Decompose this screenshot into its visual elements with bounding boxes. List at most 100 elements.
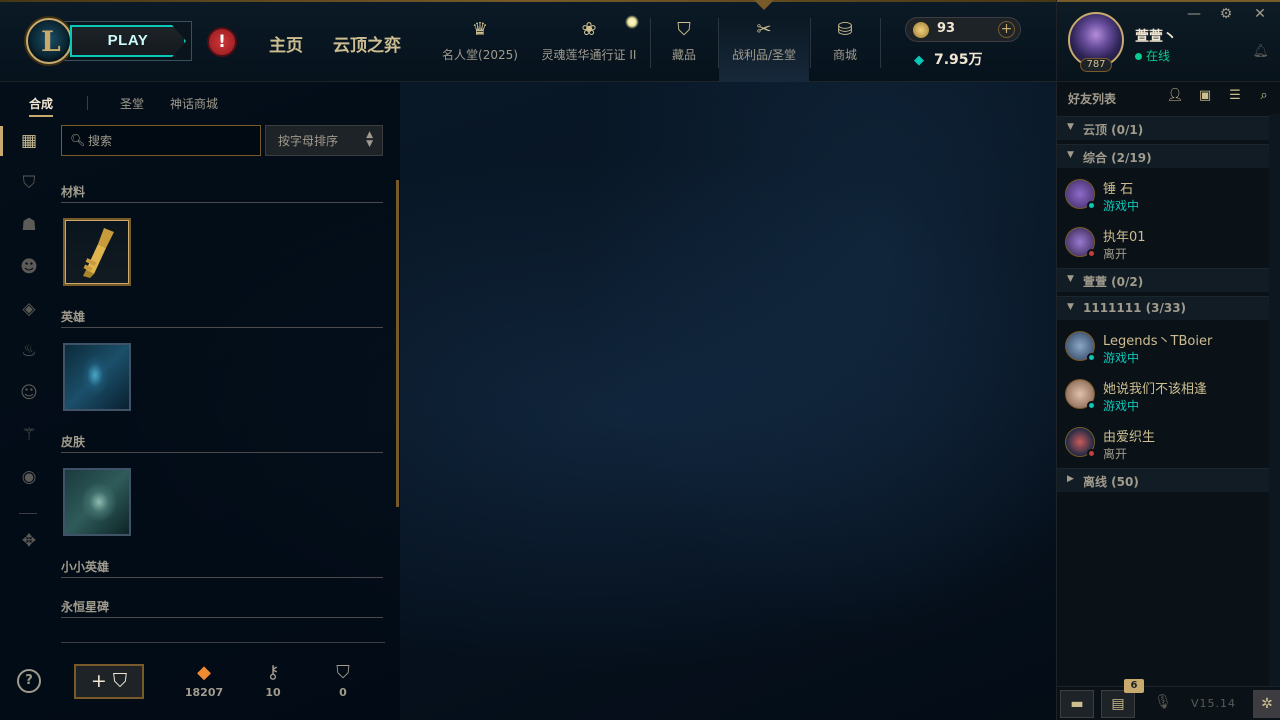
summoner-icon-filter-icon[interactable]: ♨ [17,339,41,363]
play-button[interactable]: PLAY [70,25,186,57]
tab-sanctum[interactable]: 圣堂 [120,95,144,112]
profile-status[interactable]: 在线 [1135,47,1170,64]
companion-filter-icon[interactable]: ◉ [17,465,41,489]
minimize-icon[interactable]: — [1185,6,1203,22]
profile-name[interactable]: 萱萱丶 [1135,26,1177,46]
friend-group-general[interactable]: ▼ 综合 (2/19) [1057,144,1269,168]
away-status-dot [1087,249,1096,258]
friend-item[interactable]: 她说我们不该相逢 游戏中 [1057,372,1269,418]
nav-tft[interactable]: 云顶之弈 [333,31,401,56]
friend-group-custom[interactable]: ▼ 萱萱 (0/2) [1057,268,1269,292]
nav-hall-of-fame-label: 名人堂(2025) [442,48,518,62]
sort-dropdown[interactable]: 按字母排序 ▲ ▼ [265,125,383,156]
ingame-status-dot [1087,353,1096,362]
skin-filter-icon[interactable]: ☻ [17,255,41,279]
nav-home[interactable]: 主页 [269,31,303,56]
friend-group-label: 离线 (50) [1083,475,1139,489]
profile-status-label: 在线 [1146,49,1171,63]
blue-essence-value: 7.95万 [934,52,983,68]
notification-glow-icon [625,15,639,29]
settings-gear-icon[interactable]: ⚙ [1217,6,1235,22]
friend-status: 游戏中 [1103,199,1140,213]
ward-filter-icon[interactable]: ◈ [17,297,41,321]
friend-item[interactable]: Legends丶TBoier 游戏中 [1057,324,1269,370]
category-label: 材料 [61,185,86,199]
buy-rp-button[interactable]: + [998,21,1015,38]
chevron-updown-icon: ▲ ▼ [366,130,373,149]
chevron-down-icon: ▼ [1067,150,1074,160]
friend-group-tft[interactable]: ▼ 云顶 (0/1) [1057,116,1269,140]
search-input[interactable] [88,131,256,151]
friend-item[interactable]: 锤 石 游戏中 [1057,172,1269,218]
nav-loot-label: 战利品/圣堂 [731,48,797,62]
chat-icon[interactable]: ▬ [1060,690,1094,718]
tab-mythic-shop[interactable]: 神话商城 [170,95,218,112]
loot-scrollbar[interactable] [396,180,399,507]
nav-collection[interactable]: ⛉ 藏品 [660,18,708,82]
nav-hall-of-fame[interactable]: ♛ 名人堂(2025) [440,18,520,82]
loot-filter-rail: ▦ ⛉ ☗ ☻ ◈ ♨ ☺ ⚚ ◉ ✥ [0,124,56,604]
league-logo-icon[interactable]: L [26,18,72,64]
category-label: 永恒星碑 [61,600,110,614]
category-little-legends: 小小英雄 [61,556,383,578]
friends-list-header: 好友列表 👤︎ ▣ ☰ ⌕ [1057,86,1280,110]
friends-scrollbar-track[interactable] [1269,114,1280,694]
rp-coin-icon [913,22,929,38]
profile-header: 787 萱萱丶 在线 — ⚙ ✕ 🔔︎ [1057,0,1280,82]
bug-report-icon[interactable]: ✲ [1253,690,1280,718]
help-button[interactable]: ? [17,669,41,693]
nav-store[interactable]: ⛁ 商城 [822,18,868,82]
loot-footer-divider [61,642,385,643]
keys-value: 10 [265,686,281,699]
tab-crafting[interactable]: 合成 [29,95,54,117]
add-friend-icon[interactable]: 👤︎ [1165,88,1185,103]
friend-item[interactable]: 由爱织生 离开 [1057,420,1269,466]
top-navigation-bar: L PLAY ! 主页 云顶之弈 ♛ 名人堂(2025) ❀ 灵魂莲华通行证 I… [0,0,1056,82]
friend-name: Legends丶TBoier [1103,334,1213,349]
add-folder-icon[interactable]: ▣ [1195,88,1215,103]
sort-dropdown-label: 按字母排序 [278,134,339,148]
emote-filter-icon[interactable]: ☺ [17,381,41,405]
loot-item-champion-shard[interactable] [63,343,131,411]
friend-status: 游戏中 [1103,399,1140,413]
search-icon[interactable]: ⌕ [1254,88,1274,103]
friend-group-label: 萱萱 (0/2) [1083,275,1144,289]
social-bottom-bar: ▬ ▤ 6 🎙︎ V15.14 ✲ [1057,679,1280,720]
notifications-icon[interactable]: ▤ 6 [1101,679,1144,718]
loot-item-key-fragment[interactable] [63,218,131,286]
chest-icon: ⛉ [336,662,350,683]
friends-list-title: 好友列表 [1068,92,1117,106]
friend-group-1111111[interactable]: ▼ 1111111 (3/33) [1057,296,1269,320]
category-materials: 材料 [61,181,383,203]
nav-spirit-blossom-pass[interactable]: ❀ 灵魂莲华通行证 II [538,18,640,82]
list-view-icon[interactable]: ☰ [1225,88,1245,103]
microphone-icon[interactable]: 🎙︎ [1153,694,1173,710]
champion-filter-icon[interactable]: ☗ [17,213,41,237]
orange-essence-icon: ◆ [197,662,211,683]
tft-filter-icon[interactable]: ⚚ [17,423,41,447]
friend-group-offline[interactable]: ▶ 离线 (50) [1057,468,1269,492]
chevron-right-icon: ▶ [1067,474,1074,484]
alert-icon[interactable]: ! [207,27,237,57]
blue-essence-balance: ◆ 7.95万 [914,49,983,69]
hall-of-fame-icon: ♛ [471,19,489,40]
key-icon: ⚷ [266,662,280,683]
chest-filter-icon[interactable]: ⛉ [17,171,41,195]
craft-key-button[interactable]: + ⛉ [74,664,144,699]
category-champions: 英雄 [61,306,383,328]
friend-item[interactable]: 执年01 离开 [1057,220,1269,266]
friend-status: 游戏中 [1103,351,1140,365]
close-icon[interactable]: ✕ [1251,6,1269,22]
currency-chests: ⛉ 0 [318,660,368,699]
friend-name: 锤 石 [1103,182,1134,197]
category-label: 皮肤 [61,435,86,449]
online-status-dot [1135,53,1142,60]
nav-loot[interactable]: ✂ 战利品/圣堂 [719,0,809,82]
notification-bell-icon[interactable]: 🔔︎ [1252,44,1269,59]
loot-item-skin-shard[interactable] [63,468,131,536]
currency-orange-essence: ◆ 18207 [179,660,229,699]
eternals-filter-icon[interactable]: ✥ [17,529,41,553]
loot-search[interactable]: 🔍︎ [61,125,261,156]
nav-spirit-blossom-pass-label: 灵魂莲华通行证 II [541,48,637,62]
all-items-grid-icon[interactable]: ▦ [17,129,41,153]
